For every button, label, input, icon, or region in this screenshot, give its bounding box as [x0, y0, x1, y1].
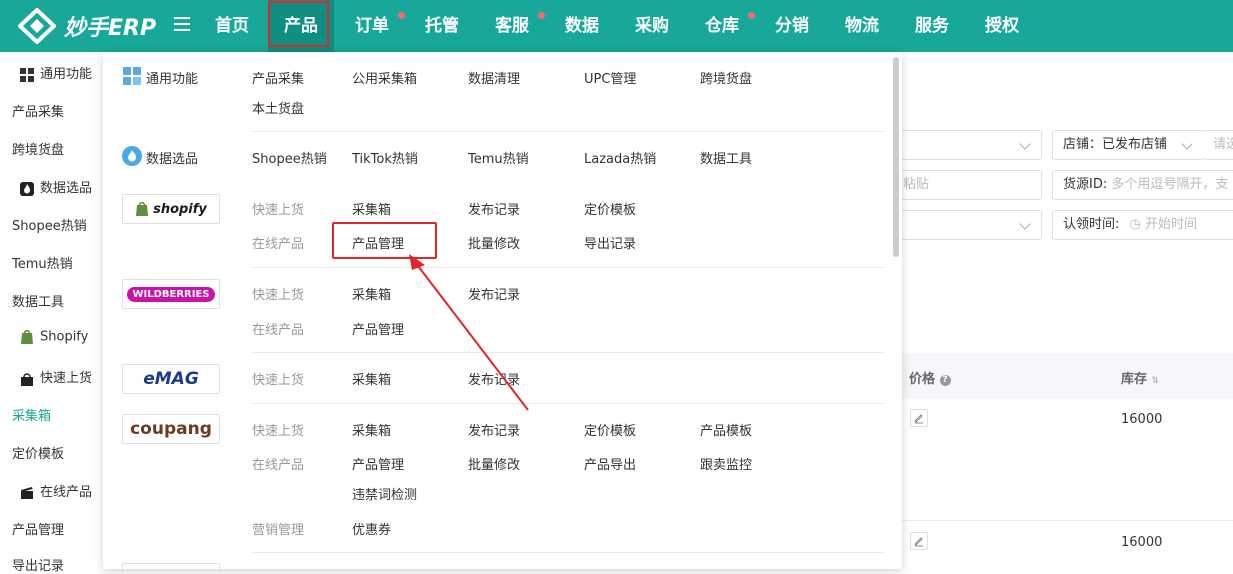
annotation-arrow	[409, 254, 529, 411]
